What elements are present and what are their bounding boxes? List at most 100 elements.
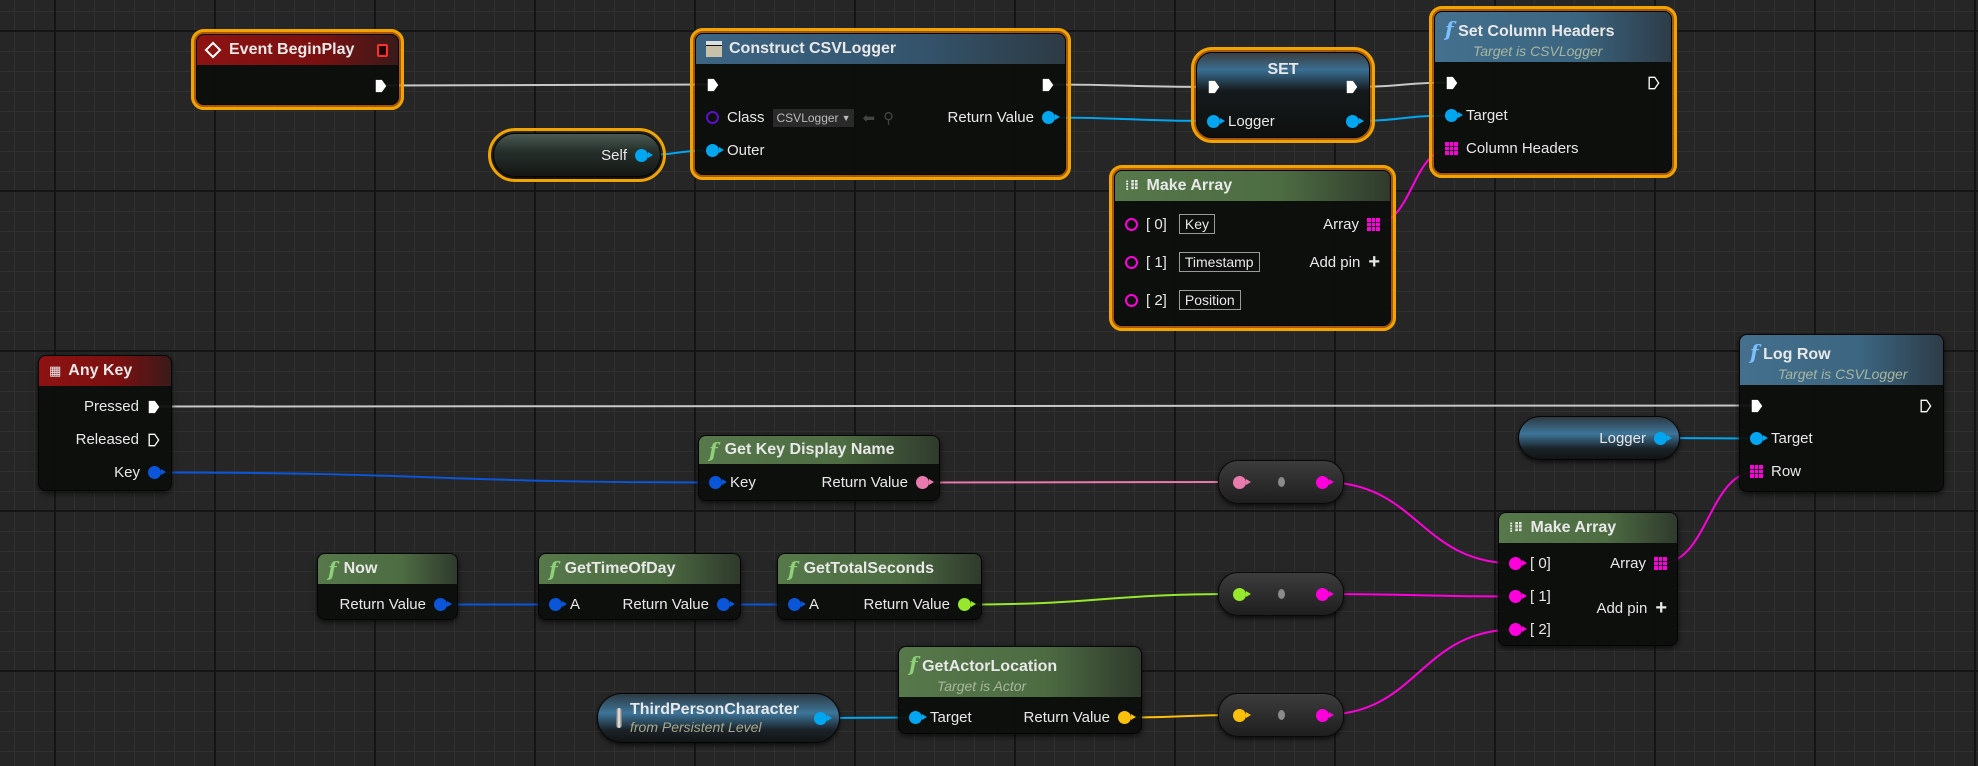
get-actor-location-node[interactable]: f GetActorLocation Target is Actor Target…	[898, 646, 1142, 734]
exec-in-pin[interactable]	[706, 78, 720, 92]
return-value-pin[interactable]	[916, 476, 934, 489]
add-pin-button[interactable]: Add pin +	[1596, 597, 1667, 620]
now-node[interactable]: f Now Return Value	[317, 553, 458, 620]
pin-label: Key	[730, 474, 756, 491]
array-out-pin[interactable]	[1367, 217, 1380, 231]
pin-label: Target	[1771, 430, 1813, 447]
add-pin-button[interactable]: Add pin +	[1309, 251, 1380, 274]
element-1-input[interactable]: Timestamp	[1178, 252, 1260, 272]
target-pin[interactable]	[909, 711, 927, 724]
browse-search-icon[interactable]: ⚲	[883, 109, 894, 127]
pin-label: Array	[1323, 215, 1359, 233]
reroute-node-float[interactable]	[1218, 572, 1344, 616]
key-pin[interactable]	[148, 466, 166, 479]
node-subtitle: Target is Actor	[937, 678, 1027, 694]
construct-csvlogger-node[interactable]: Construct CSVLogger Class CSVLogger ▼ ⬅ ⚲ …	[690, 28, 1071, 180]
logger-in-pin[interactable]	[1207, 114, 1225, 128]
self-pin[interactable]	[635, 148, 653, 162]
construct-icon	[706, 41, 722, 57]
element-0-input[interactable]: Key	[1178, 214, 1215, 234]
return-value-pin[interactable]	[1042, 111, 1060, 124]
reroute-in-pin[interactable]	[1233, 587, 1251, 601]
exec-in-pin[interactable]	[1207, 80, 1221, 94]
node-title: Make Array	[1530, 519, 1617, 536]
reroute-handle[interactable]	[1277, 710, 1285, 720]
set-column-headers-node[interactable]: f Set Column Headers Target is CSVLogger …	[1429, 6, 1677, 178]
class-dropdown[interactable]: CSVLogger ▼	[772, 108, 855, 127]
reroute-out-pin[interactable]	[1316, 708, 1334, 722]
element-0-pin[interactable]	[1125, 217, 1138, 231]
wire	[1322, 481, 1516, 565]
pin-label: Logger	[1228, 112, 1275, 130]
node-title: Event BeginPlay	[229, 41, 355, 58]
element-2-pin[interactable]	[1125, 293, 1138, 307]
class-pin[interactable]	[706, 111, 719, 124]
array-out-pin[interactable]	[1654, 557, 1667, 570]
target-pin[interactable]	[1445, 109, 1463, 122]
set-logger-node[interactable]: SET Logger	[1191, 47, 1375, 143]
make-array-headers-node[interactable]: ⁞⠿ Make Array [ 0] Key Array [ 1] Timestamp…	[1109, 165, 1396, 331]
return-value-pin[interactable]	[434, 598, 452, 611]
event-beginplay-node[interactable]: Event BeginPlay	[191, 29, 404, 110]
element-0-pin[interactable]	[1509, 557, 1527, 570]
reroute-handle[interactable]	[1277, 589, 1285, 599]
self-node[interactable]: Self	[488, 128, 666, 182]
exec-out-pin[interactable]	[374, 79, 388, 93]
a-pin[interactable]	[788, 598, 806, 611]
node-header: f Get Key Display Name	[699, 436, 939, 464]
logger-out-pin[interactable]	[1346, 114, 1364, 128]
get-total-seconds-node[interactable]: f GetTotalSeconds A Return Value	[777, 553, 982, 620]
make-array-row-node[interactable]: ⁞⠿ Make Array [ 0] Array [ 1] Add pin + [ 2]	[1498, 512, 1678, 646]
reroute-out-pin[interactable]	[1316, 475, 1334, 489]
exec-in-pin[interactable]	[1445, 76, 1459, 90]
any-key-node[interactable]: ▦ Any Key Pressed Released Key	[38, 355, 172, 491]
return-value-pin[interactable]	[717, 598, 735, 611]
wire	[1322, 628, 1516, 716]
target-pin[interactable]	[1750, 432, 1768, 445]
return-value-pin[interactable]	[958, 598, 976, 611]
reroute-node-string[interactable]	[1218, 460, 1344, 504]
reroute-in-pin[interactable]	[1233, 475, 1251, 489]
reroute-handle[interactable]	[1277, 477, 1285, 487]
node-header: f GetTotalSeconds	[778, 554, 981, 584]
pin-label: Target	[1466, 107, 1508, 124]
return-value-pin[interactable]	[1118, 711, 1136, 724]
pin-label: A	[809, 596, 820, 613]
add-pin-label: Add pin	[1309, 253, 1361, 271]
row-array-pin[interactable]	[1750, 465, 1763, 478]
exec-out-pin[interactable]	[1345, 80, 1359, 94]
exec-out-pin[interactable]	[1919, 399, 1933, 413]
node-title: Any Key	[68, 362, 133, 379]
element-2-pin[interactable]	[1509, 623, 1527, 636]
keyboard-icon: ▦	[49, 363, 62, 378]
element-2-input[interactable]: Position	[1178, 290, 1241, 310]
get-key-display-name-node[interactable]: f Get Key Display Name Key Return Value	[698, 435, 940, 501]
released-exec-pin[interactable]	[147, 433, 161, 447]
breakpoint-icon[interactable]	[377, 43, 388, 57]
outer-pin[interactable]	[706, 144, 724, 157]
logger-pin[interactable]	[1654, 431, 1672, 445]
exec-out-pin[interactable]	[1647, 76, 1661, 90]
logger-getter-node[interactable]: Logger	[1518, 416, 1680, 460]
element-1-pin[interactable]	[1125, 255, 1138, 269]
pressed-exec-pin[interactable]	[147, 400, 161, 414]
reroute-node-vector[interactable]	[1218, 693, 1344, 737]
function-icon: f	[709, 438, 718, 462]
wire	[380, 83, 714, 87]
actor-pin[interactable]	[814, 711, 832, 725]
node-subtitle: Target is CSVLogger	[1778, 366, 1908, 382]
third-person-character-node[interactable]: ThirdPersonCharacter from Persistent Leve…	[597, 693, 840, 743]
exec-in-pin[interactable]	[1750, 399, 1764, 413]
reroute-out-pin[interactable]	[1316, 587, 1334, 601]
key-pin[interactable]	[709, 476, 727, 489]
reroute-in-pin[interactable]	[1233, 708, 1251, 722]
pin-label: Return Value	[622, 596, 709, 613]
exec-out-pin[interactable]	[1041, 78, 1055, 92]
a-pin[interactable]	[549, 598, 567, 611]
get-time-of-day-node[interactable]: f GetTimeOfDay A Return Value	[538, 553, 741, 620]
column-headers-array-pin[interactable]	[1445, 142, 1458, 155]
use-selected-arrow-icon[interactable]: ⬅	[862, 109, 875, 127]
element-1-pin[interactable]	[1509, 590, 1527, 603]
log-row-node[interactable]: f Log Row Target is CSVLogger Target Row	[1739, 334, 1944, 492]
node-title: Make Array	[1146, 177, 1233, 194]
